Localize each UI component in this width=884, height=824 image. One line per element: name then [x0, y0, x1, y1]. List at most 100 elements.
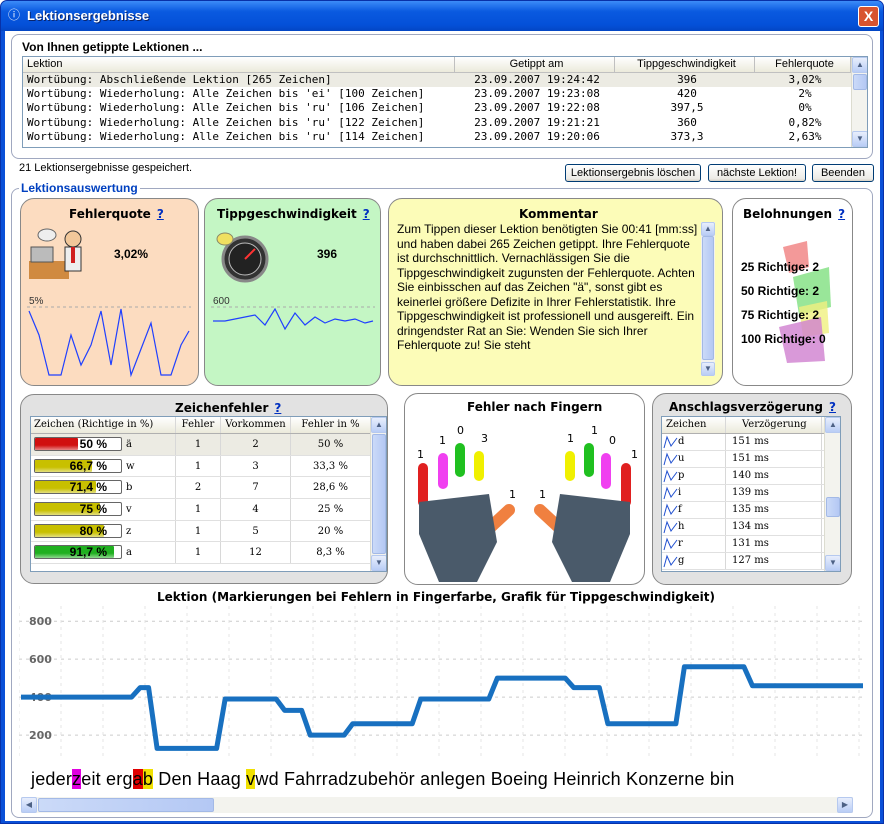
- help-link[interactable]: ?: [363, 207, 370, 221]
- errors-cell: 1: [176, 434, 221, 455]
- lesson-text-segment: wd Fahrradzubehör anlegen Boeing Heinric…: [255, 769, 735, 789]
- char-error-row[interactable]: 91,7 % a 1 12 8,3 %: [31, 542, 386, 565]
- close-button[interactable]: X: [858, 6, 879, 27]
- help-link[interactable]: ?: [157, 207, 164, 221]
- comment-scrollbar[interactable]: ▲ ▼: [701, 222, 715, 376]
- lesson-hscrollbar[interactable]: ◀ ▶: [21, 797, 853, 813]
- column-header-error-rate[interactable]: Fehlerquote: [755, 57, 851, 72]
- delay-char-cell: u: [662, 451, 726, 467]
- scroll-down-button[interactable]: ▼: [371, 555, 386, 571]
- delay-row[interactable]: g 127 ms: [662, 553, 840, 570]
- lesson-cell: 420: [677, 87, 697, 101]
- correct-bar: 80 %: [34, 523, 122, 538]
- col-errors[interactable]: Fehler: [176, 417, 221, 433]
- delay-row[interactable]: u 151 ms: [662, 451, 840, 468]
- errors-cell: 1: [176, 455, 221, 477]
- col-char[interactable]: Zeichen (Richtige in %): [31, 417, 176, 433]
- info-icon: ⓘ: [8, 8, 21, 22]
- col-char[interactable]: Zeichen: [662, 417, 726, 433]
- char-label: a: [126, 547, 132, 559]
- finger-error-count: 1: [591, 424, 598, 437]
- delay-wave-icon: [663, 452, 678, 466]
- scroll-down-button[interactable]: ▼: [852, 131, 867, 147]
- char-error-row[interactable]: 50 % ä 1 2 50 %: [31, 434, 386, 456]
- char-errors-scrollbar[interactable]: ▲ ▼: [370, 417, 386, 571]
- char-error-row[interactable]: 80 % z 1 5 20 %: [31, 520, 386, 543]
- delay-row[interactable]: p 140 ms: [662, 468, 840, 485]
- delay-row[interactable]: i 139 ms: [662, 485, 840, 502]
- scroll-up-button[interactable]: ▲: [701, 222, 715, 236]
- scroll-up-button[interactable]: ▲: [852, 57, 867, 73]
- delay-char-cell: h: [662, 519, 726, 535]
- col-delay[interactable]: Verzögerung: [726, 417, 822, 433]
- help-link[interactable]: ?: [274, 401, 281, 415]
- scroll-up-button[interactable]: ▲: [825, 417, 840, 433]
- char-error-row[interactable]: 66,7 % w 1 3 33,3 %: [31, 455, 386, 478]
- scroll-down-button[interactable]: ▼: [825, 555, 840, 571]
- delay-wave-icon: [663, 486, 678, 500]
- delay-value: 127 ms: [726, 553, 822, 569]
- scroll-thumb[interactable]: [853, 74, 867, 90]
- lessons-list-header: Lektion Getippt am Tippgeschwindigkeit F…: [23, 57, 867, 73]
- lesson-cell: 23.09.2007 19:20:06: [474, 129, 600, 143]
- rewards-title: Belohnungen?: [743, 207, 846, 221]
- comment-panel: Kommentar Zum Tippen dieser Lektion benö…: [388, 198, 723, 386]
- delay-row[interactable]: h 134 ms: [662, 519, 840, 536]
- delay-table[interactable]: Zeichen Verzögerung d 151 ms u 151 ms p 140 m…: [661, 416, 841, 572]
- delay-wave-icon: [663, 554, 678, 568]
- delay-row[interactable]: f 135 ms: [662, 502, 840, 519]
- next-lesson-button[interactable]: nächste Lektion!: [708, 164, 806, 182]
- client-area: Von Ihnen getippte Lektionen ... Lektion…: [5, 31, 880, 821]
- lessons-scrollbar[interactable]: ▲ ▼: [851, 57, 867, 147]
- scroll-thumb[interactable]: [826, 497, 840, 517]
- lesson-row[interactable]: Wortübung: Wiederholung: Alle Zeichen bi…: [23, 116, 867, 130]
- char-label: v: [126, 504, 132, 516]
- lessons-list[interactable]: Lektion Getippt am Tippgeschwindigkeit F…: [22, 56, 868, 148]
- char-cell: 80 % z: [31, 520, 176, 542]
- column-header-date[interactable]: Getippt am: [455, 57, 615, 72]
- lesson-row[interactable]: Wortübung: Wiederholung: Alle Zeichen bi…: [23, 87, 867, 101]
- delay-header: Zeichen Verzögerung: [662, 417, 840, 434]
- lesson-row[interactable]: Wortübung: Wiederholung: Alle Zeichen bi…: [23, 101, 867, 115]
- correct-bar: 66,7 %: [34, 458, 122, 473]
- col-error-pct[interactable]: Fehler in %: [291, 417, 371, 433]
- delay-panel: Anschlagsverzögerung? Zeichen Verzögerun…: [652, 393, 852, 585]
- finger-error-count: 1: [539, 488, 546, 501]
- lesson-row[interactable]: Wortübung: Abschließende Lektion [265 Ze…: [23, 73, 867, 88]
- error-marked-char: z: [72, 769, 82, 789]
- reward-item: 75 Richtige: 2: [741, 308, 820, 322]
- scroll-right-button[interactable]: ▶: [837, 797, 853, 813]
- column-header-lesson[interactable]: Lektion: [23, 57, 455, 72]
- quit-button[interactable]: Beenden: [812, 164, 874, 182]
- char-errors-table[interactable]: Zeichen (Richtige in %) Fehler Vorkommen…: [30, 416, 387, 572]
- delay-row[interactable]: d 151 ms: [662, 434, 840, 451]
- delay-wave-icon: [663, 537, 678, 551]
- char-error-row[interactable]: 71,4 % b 2 7 28,6 %: [31, 477, 386, 500]
- col-occurrences[interactable]: Vorkommen: [221, 417, 291, 433]
- scroll-thumb[interactable]: [702, 236, 714, 360]
- error-pct-cell: 8,3 %: [291, 542, 371, 564]
- column-header-speed[interactable]: Tippgeschwindigkeit: [615, 57, 755, 72]
- delete-result-button[interactable]: Lektionsergebnis löschen: [565, 164, 701, 182]
- delay-row[interactable]: r 131 ms: [662, 536, 840, 553]
- char-error-row[interactable]: 75 % v 1 4 25 %: [31, 499, 386, 521]
- occurrences-cell: 5: [221, 520, 291, 542]
- delay-scrollbar[interactable]: ▲ ▼: [824, 417, 840, 571]
- title-bar[interactable]: ⓘ Lektionsergebnisse X: [1, 1, 883, 31]
- lesson-cell: 23.09.2007 19:24:42: [474, 73, 600, 86]
- lesson-cell: Wortübung: Wiederholung: Alle Zeichen bi…: [27, 101, 425, 115]
- help-link[interactable]: ?: [838, 207, 845, 221]
- help-link[interactable]: ?: [829, 400, 836, 414]
- delay-value: 139 ms: [726, 485, 822, 501]
- evaluation-group-title: Lektionsauswertung: [19, 181, 140, 195]
- error-rate-value: 3,02%: [114, 247, 149, 261]
- scroll-down-button[interactable]: ▼: [701, 362, 715, 376]
- scroll-thumb[interactable]: [372, 434, 386, 554]
- speedometer-icon: [215, 229, 271, 285]
- scroll-thumb[interactable]: [38, 798, 214, 812]
- scroll-left-button[interactable]: ◀: [21, 797, 37, 813]
- delay-value: 135 ms: [726, 502, 822, 518]
- scroll-up-button[interactable]: ▲: [371, 417, 386, 433]
- delay-wave-icon: [663, 469, 678, 483]
- lesson-row[interactable]: Wortübung: Wiederholung: Alle Zeichen bi…: [23, 130, 867, 144]
